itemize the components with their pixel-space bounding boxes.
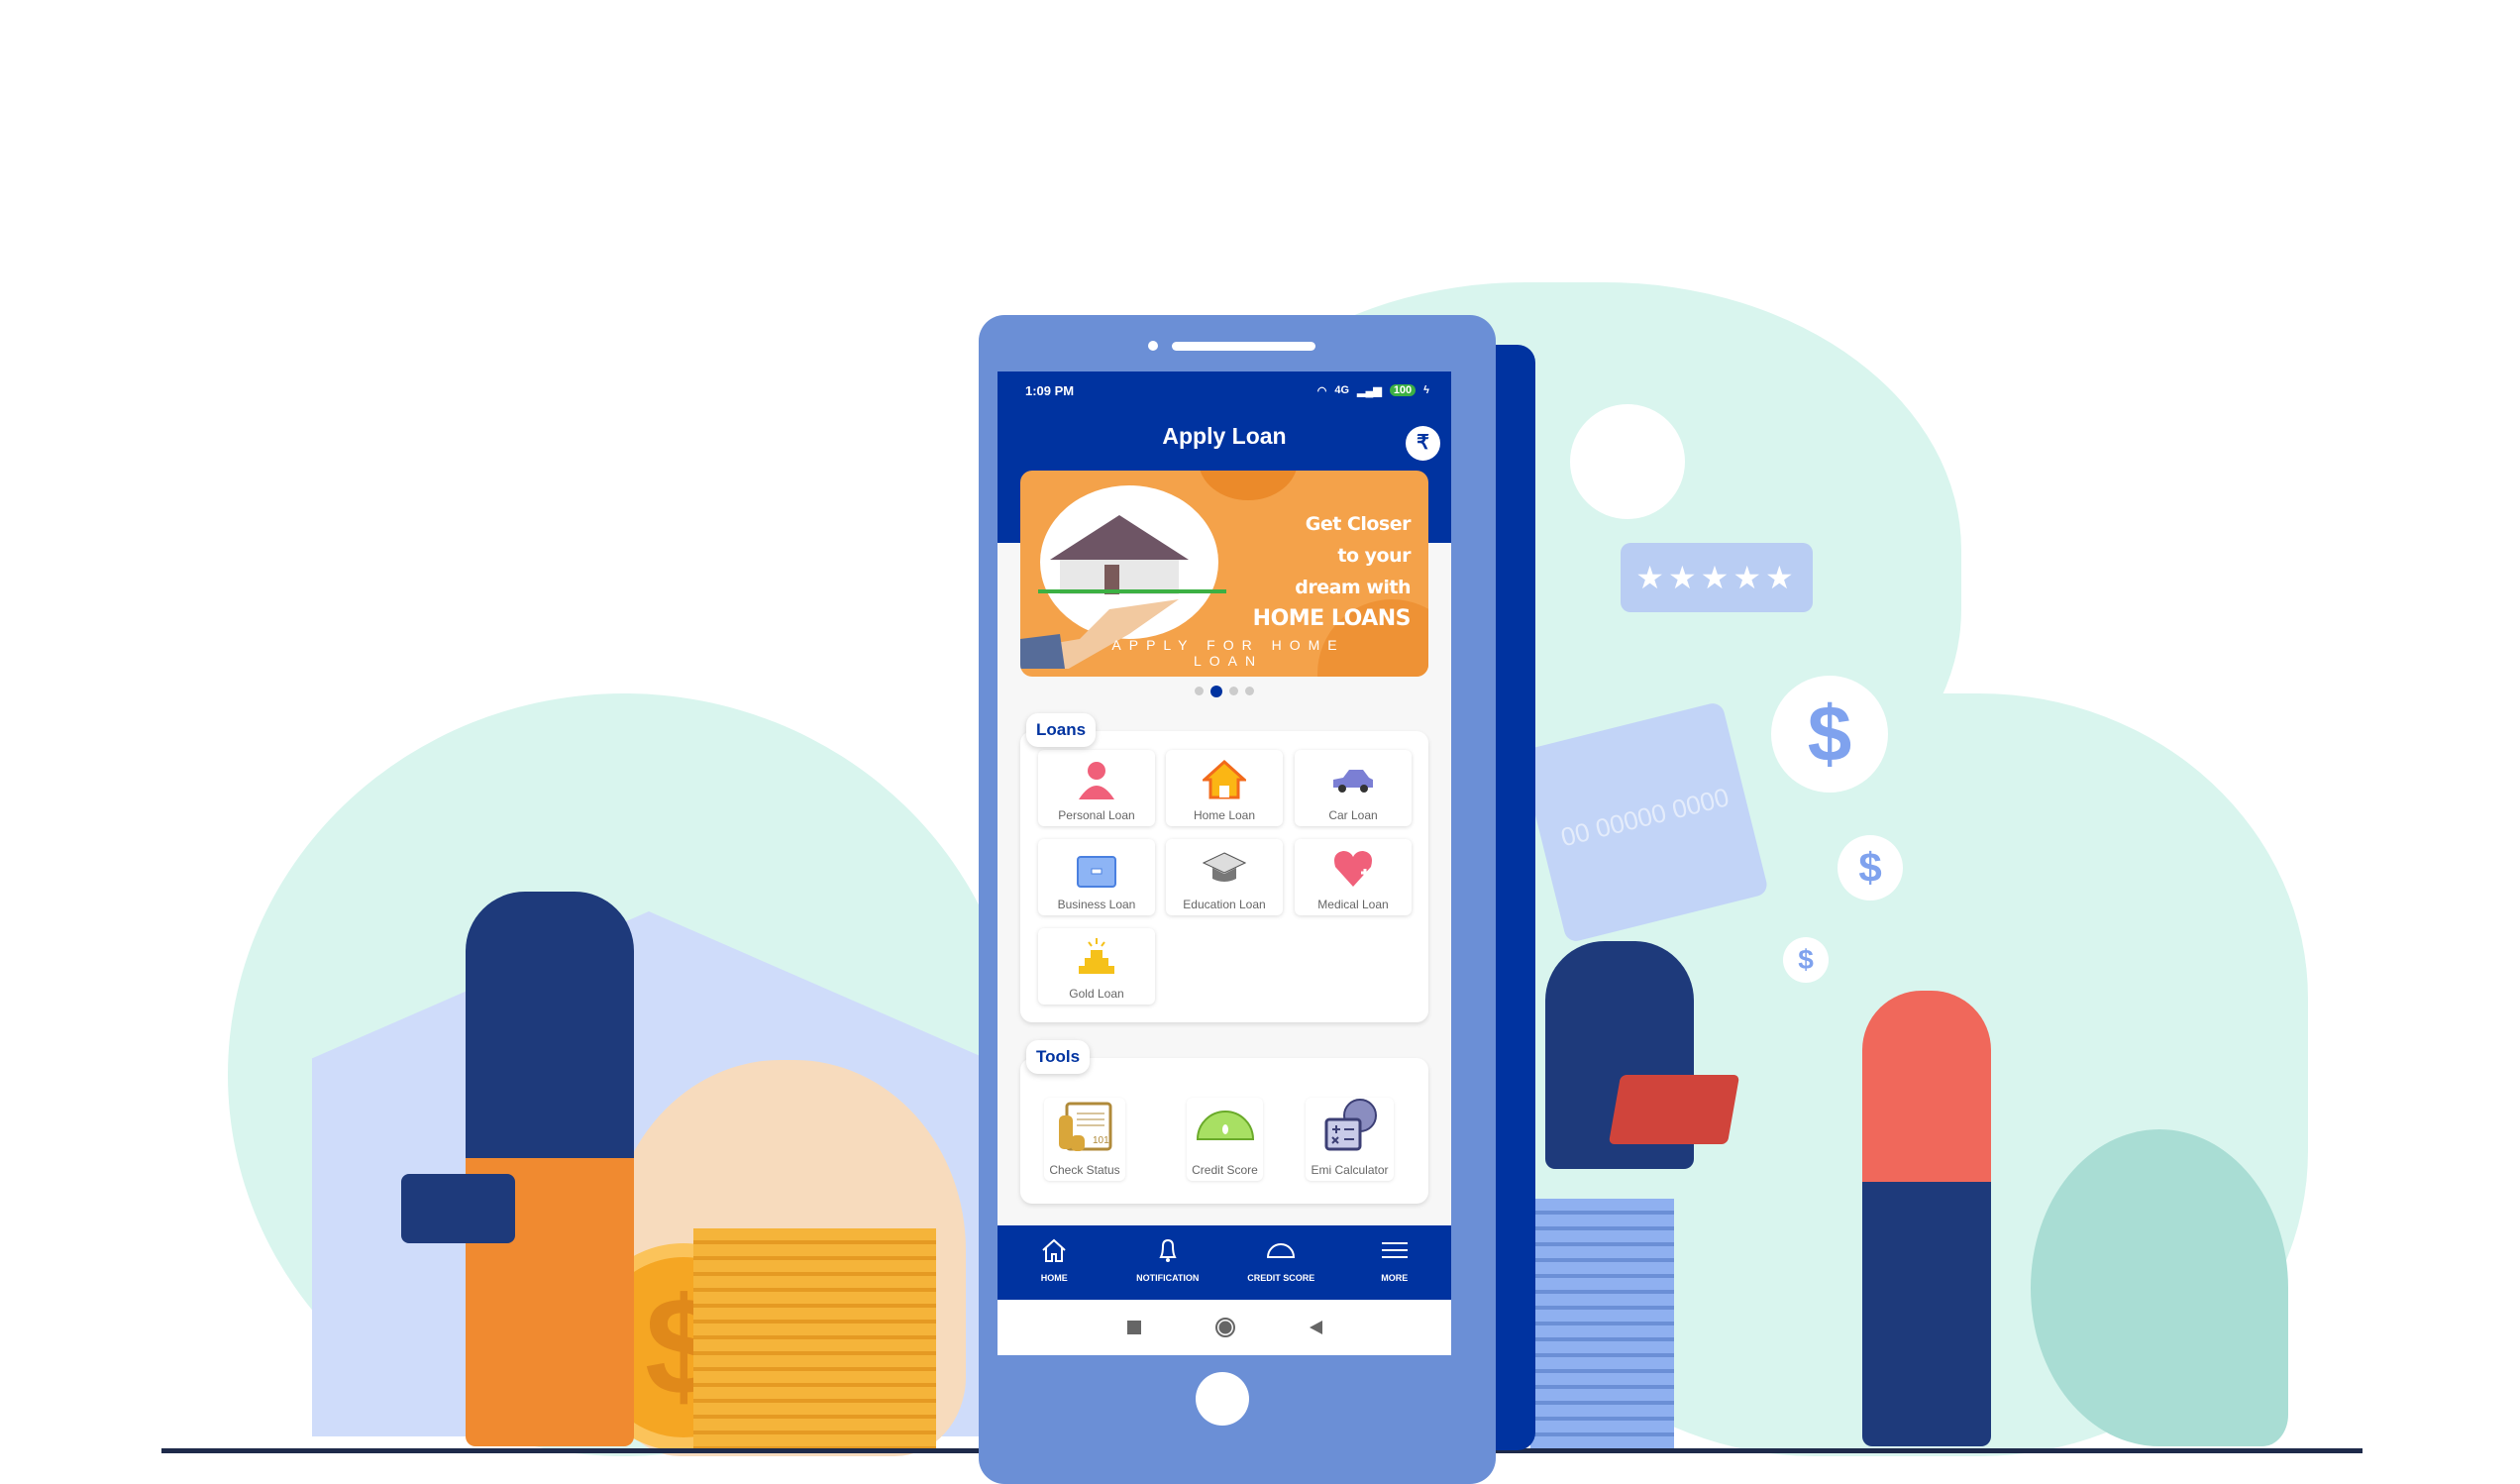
dollar-circle: $ bbox=[1838, 835, 1903, 901]
graduation-cap-icon bbox=[1202, 852, 1247, 882]
phone-speaker bbox=[1172, 342, 1315, 351]
briefcase bbox=[401, 1174, 515, 1243]
coin-stack bbox=[1530, 1199, 1674, 1453]
briefcase-icon bbox=[1077, 856, 1116, 888]
nav-label: HOME bbox=[1040, 1273, 1068, 1283]
loan-tile-education[interactable]: Education Loan bbox=[1166, 839, 1283, 915]
card-number: 00 00000 0000 bbox=[1557, 782, 1732, 853]
bottom-nav: HOME NOTIFICATION CREDIT SCORE MORE bbox=[998, 1225, 1451, 1300]
gold-bars-icon bbox=[1079, 938, 1114, 974]
tile-label: Business Loan bbox=[1057, 898, 1136, 911]
loans-card: Personal Loan Home Loan Car Loan Busines… bbox=[1020, 731, 1428, 1022]
tile-label: Gold Loan bbox=[1069, 987, 1124, 1001]
banner-line: to your bbox=[1337, 545, 1411, 567]
nav-credit-score[interactable]: CREDIT SCORE bbox=[1224, 1225, 1338, 1300]
carousel-dot[interactable] bbox=[1245, 687, 1254, 695]
network-label: 4G bbox=[1334, 384, 1350, 396]
nav-more[interactable]: MORE bbox=[1338, 1225, 1452, 1300]
signal-icon: ▂▄▆ bbox=[1357, 384, 1382, 397]
carousel-dots bbox=[998, 686, 1451, 697]
gauge-icon bbox=[1267, 1243, 1296, 1258]
tile-label: Medical Loan bbox=[1317, 898, 1389, 911]
loan-tile-medical[interactable]: Medical Loan bbox=[1295, 839, 1412, 915]
banner-line: dream with bbox=[1295, 577, 1411, 598]
calculator-globe-icon bbox=[1324, 1099, 1377, 1151]
status-time: 1:09 PM bbox=[1025, 382, 1075, 398]
home-loan-banner[interactable]: Get Closer to your dream with HOME LOANS… bbox=[1020, 471, 1428, 677]
loan-tile-home[interactable]: Home Loan bbox=[1166, 750, 1283, 826]
tile-label: Home Loan bbox=[1193, 808, 1256, 822]
coins-document-icon: 101 bbox=[1059, 1102, 1112, 1151]
rating-bubble: ★★★★★ bbox=[1621, 543, 1813, 612]
tile-label: Car Loan bbox=[1328, 808, 1378, 822]
tile-label: Education Loan bbox=[1183, 898, 1266, 911]
speedometer-icon bbox=[1196, 1111, 1254, 1140]
status-icons: ◠ 4G ▂▄▆ 100 ϟ bbox=[1317, 384, 1429, 397]
bell-icon bbox=[1159, 1238, 1177, 1262]
battery-icon: 100 bbox=[1389, 384, 1417, 396]
charging-icon: ϟ bbox=[1423, 384, 1429, 396]
coin-stack bbox=[693, 1228, 936, 1453]
app-screen: 1:09 PM ◠ 4G ▂▄▆ 100 ϟ Apply Loan ₹ Get … bbox=[998, 371, 1451, 1355]
tile-label: Credit Score bbox=[1192, 1163, 1258, 1177]
person-woman-standing bbox=[1862, 991, 1991, 1446]
tile-label: Personal Loan bbox=[1058, 808, 1135, 822]
banner-headline: Get Closer to your dream with HOME LOANS bbox=[1252, 508, 1412, 635]
tile-label: Emi Calculator bbox=[1311, 1163, 1389, 1177]
status-bar: 1:09 PM ◠ 4G ▂▄▆ 100 ϟ bbox=[998, 371, 1451, 409]
page-title: Apply Loan bbox=[1162, 423, 1287, 449]
app-logo[interactable]: ₹ bbox=[1406, 426, 1440, 461]
loan-tile-gold[interactable]: Gold Loan bbox=[1038, 928, 1155, 1005]
loan-tile-car[interactable]: Car Loan bbox=[1295, 750, 1412, 826]
loans-heading: Loans bbox=[1026, 713, 1097, 747]
back-button[interactable] bbox=[1309, 1321, 1322, 1334]
nav-label: CREDIT SCORE bbox=[1247, 1273, 1315, 1283]
banner-cta: APPLY FOR HOME LOAN bbox=[1111, 637, 1345, 669]
tools-heading: Tools bbox=[1026, 1040, 1091, 1074]
banner-deco-circle bbox=[1199, 471, 1298, 500]
recents-button[interactable] bbox=[1126, 1321, 1141, 1334]
nav-label: MORE bbox=[1381, 1273, 1409, 1283]
tool-tile-emi-calculator[interactable]: Emi Calculator bbox=[1306, 1098, 1394, 1181]
system-nav-bar bbox=[998, 1300, 1451, 1355]
carousel-dot[interactable] bbox=[1229, 687, 1238, 695]
menu-icon bbox=[1381, 1242, 1408, 1258]
person-man bbox=[466, 892, 634, 1446]
carousel-dot[interactable] bbox=[1195, 687, 1204, 695]
wifi-icon: ◠ bbox=[1316, 384, 1327, 397]
dollar-circle: $ bbox=[1783, 937, 1829, 983]
tool-tile-credit-score[interactable]: Credit Score bbox=[1187, 1098, 1263, 1181]
phone-home-button[interactable] bbox=[1196, 1372, 1249, 1426]
badge-text: 101 bbox=[1093, 1135, 1109, 1146]
tile-label: Check Status bbox=[1049, 1163, 1120, 1177]
laptop bbox=[1608, 1075, 1740, 1144]
loan-tile-business[interactable]: Business Loan bbox=[1038, 839, 1155, 915]
system-home-button[interactable] bbox=[1214, 1318, 1235, 1337]
white-circle bbox=[1570, 404, 1685, 519]
nav-home[interactable]: HOME bbox=[998, 1225, 1111, 1300]
phone-camera bbox=[1148, 341, 1158, 351]
tool-tile-check-status[interactable]: 101 Check Status bbox=[1044, 1098, 1125, 1181]
plant bbox=[2031, 1129, 2288, 1446]
car-icon bbox=[1333, 770, 1373, 793]
person-icon bbox=[1079, 762, 1114, 799]
dollar-circle: $ bbox=[1771, 676, 1888, 793]
banner-line: HOME LOANS bbox=[1252, 606, 1412, 631]
heart-plus-icon bbox=[1334, 851, 1372, 887]
carousel-dot-active[interactable] bbox=[1210, 686, 1222, 697]
house-icon bbox=[1201, 759, 1248, 799]
loan-tile-personal[interactable]: Personal Loan bbox=[1038, 750, 1155, 826]
tools-card: 101 Check Status Credit Score Emi Calcul… bbox=[1020, 1058, 1428, 1204]
banner-line: Get Closer bbox=[1305, 513, 1412, 535]
home-icon bbox=[1042, 1238, 1066, 1262]
nav-label: NOTIFICATION bbox=[1136, 1273, 1200, 1283]
nav-notification[interactable]: NOTIFICATION bbox=[1111, 1225, 1225, 1300]
